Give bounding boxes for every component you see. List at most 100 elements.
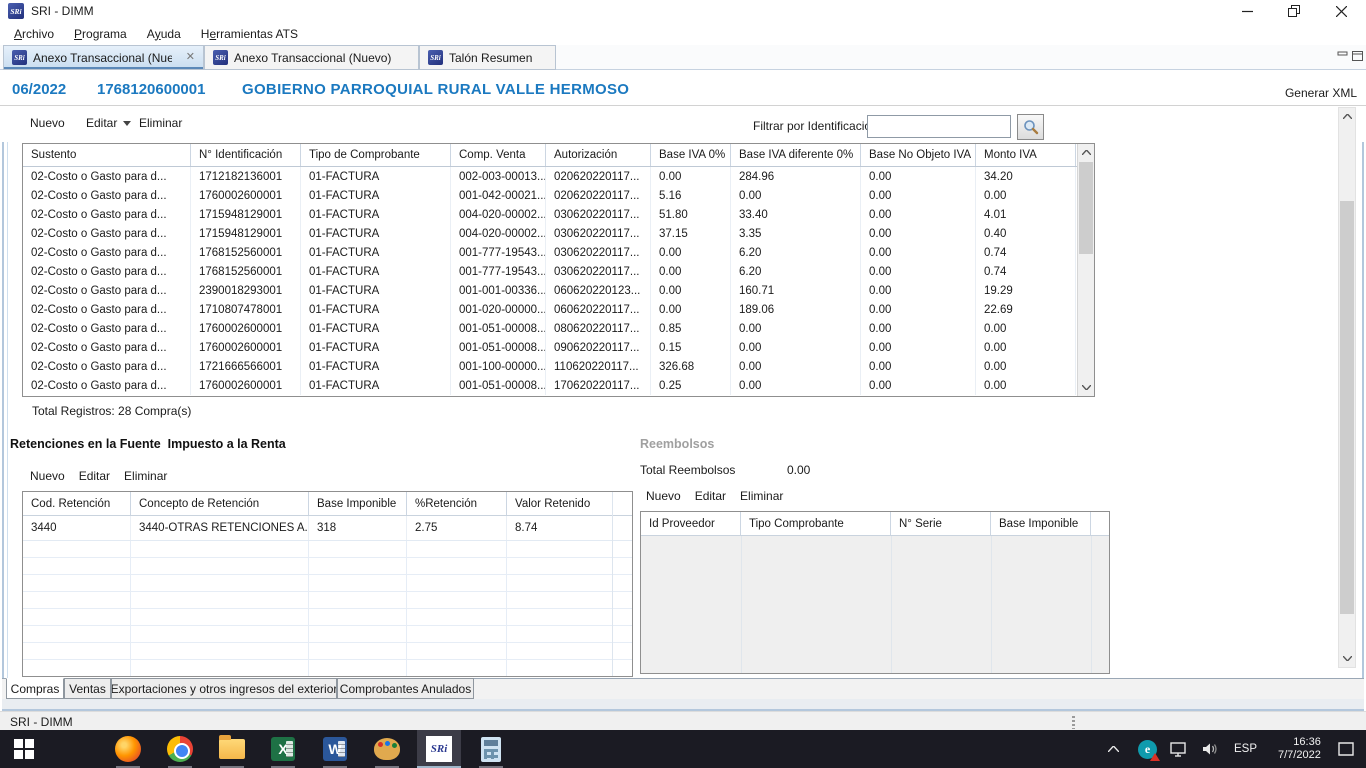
tab-close-icon[interactable]: ✕: [186, 52, 195, 63]
column-header[interactable]: %Retención: [407, 492, 507, 515]
action-center-button[interactable]: [1338, 730, 1364, 768]
maximize-view-icon[interactable]: [1352, 51, 1363, 61]
column-header[interactable]: Valor Retenido: [507, 492, 613, 515]
compras-table-scrollbar[interactable]: [1077, 144, 1094, 396]
column-header[interactable]: Base IVA 0%: [651, 144, 731, 166]
table-cell: 0.00: [861, 338, 976, 357]
search-button[interactable]: [1017, 114, 1044, 140]
table-cell: 0.00: [861, 205, 976, 224]
nuevo-button[interactable]: Nuevo: [30, 469, 65, 483]
table-row[interactable]: 34403440-OTRAS RETENCIONES A...3182.758.…: [23, 516, 632, 541]
column-header[interactable]: Base No Objeto IVA: [861, 144, 976, 166]
table-row[interactable]: 02-Costo o Gasto para d...17600026000010…: [23, 186, 1077, 205]
table-row[interactable]: 02-Costo o Gasto para d...17600026000010…: [23, 376, 1077, 395]
column-header[interactable]: Concepto de Retención: [131, 492, 309, 515]
language-indicator[interactable]: ESP: [1234, 730, 1268, 768]
tray-network-button[interactable]: [1170, 730, 1196, 768]
empty-cell: [507, 609, 613, 625]
editar-button[interactable]: Editar: [86, 116, 131, 130]
column-header[interactable]: N° Serie: [891, 512, 991, 535]
table-cell: 004-020-00002...: [451, 205, 546, 224]
minimize-button[interactable]: [1224, 0, 1270, 22]
page-scrollbar[interactable]: [1338, 107, 1356, 668]
taskbar-calculator[interactable]: [469, 730, 513, 768]
scroll-up-icon[interactable]: [1078, 144, 1094, 161]
start-button[interactable]: [2, 730, 46, 768]
table-row[interactable]: 02-Costo o Gasto para d...17600026000010…: [23, 319, 1077, 338]
column-header[interactable]: Tipo de Comprobante: [301, 144, 451, 166]
column-header[interactable]: Tipo Comprobante: [741, 512, 891, 535]
empty-cell: [309, 626, 407, 642]
table-row[interactable]: 02-Costo o Gasto para d...17600026000010…: [23, 338, 1077, 357]
table-row[interactable]: 02-Costo o Gasto para d...17159481290010…: [23, 205, 1077, 224]
tab-anexo-transaccional-2[interactable]: SRi Anexo Transaccional (Nuevo): [204, 45, 419, 70]
empty-cell: [407, 558, 507, 574]
taskbar-chrome[interactable]: [158, 730, 202, 768]
table-row[interactable]: 02-Costo o Gasto para d...17121821360010…: [23, 167, 1077, 186]
table-row[interactable]: 02-Costo o Gasto para d...17681525600010…: [23, 262, 1077, 281]
tray-expand-button[interactable]: [1108, 730, 1132, 768]
scroll-down-icon[interactable]: [1078, 379, 1094, 396]
table-cell: 34.20: [976, 167, 1076, 186]
empty-row: [23, 660, 632, 677]
clock[interactable]: 16:36 7/7/2022: [1278, 730, 1336, 768]
editar-button[interactable]: Editar: [79, 469, 110, 483]
tab-compras[interactable]: Compras: [6, 678, 64, 699]
column-header[interactable]: Base Imponible: [991, 512, 1091, 535]
minimize-view-icon[interactable]: [1337, 51, 1348, 61]
eliminar-button[interactable]: Eliminar: [139, 116, 182, 130]
table-cell: 189.06: [731, 300, 861, 319]
column-header[interactable]: Monto IVA: [976, 144, 1076, 166]
tab-anexo-transaccional-1[interactable]: SRi Anexo Transaccional (Nuevo) ✕: [3, 45, 204, 70]
eliminar-button[interactable]: Eliminar: [124, 469, 167, 483]
table-cell: 0.00: [861, 300, 976, 319]
taskbar-firefox[interactable]: [106, 730, 150, 768]
column-header[interactable]: Id Proveedor: [641, 512, 741, 535]
tab-comprobantes-anulados[interactable]: Comprobantes Anulados: [337, 678, 474, 699]
column-header[interactable]: Base Imponible: [309, 492, 407, 515]
close-button[interactable]: [1318, 0, 1364, 22]
scroll-down-icon[interactable]: [1339, 650, 1355, 667]
tab-talon-resumen[interactable]: SRi Talón Resumen: [419, 45, 556, 70]
menu-programa[interactable]: Programa: [64, 22, 137, 45]
scrollbar-thumb[interactable]: [1079, 162, 1093, 254]
table-cell: 0.40: [976, 224, 1076, 243]
reembolsos-table-body: [641, 536, 1109, 673]
menu-archivo[interactable]: Archivo: [4, 22, 64, 45]
eliminar-button[interactable]: Eliminar: [740, 489, 783, 503]
tray-security-button[interactable]: e: [1138, 730, 1164, 768]
column-header[interactable]: Comp. Venta: [451, 144, 546, 166]
table-row[interactable]: 02-Costo o Gasto para d...17159481290010…: [23, 224, 1077, 243]
table-row[interactable]: 02-Costo o Gasto para d...17216665660010…: [23, 357, 1077, 376]
table-cell: 0.00: [861, 167, 976, 186]
filter-input[interactable]: [867, 115, 1011, 138]
taskbar-sri-dimm[interactable]: SRi: [417, 730, 461, 768]
table-row[interactable]: 02-Costo o Gasto para d...17681525600010…: [23, 243, 1077, 262]
tray-volume-button[interactable]: [1202, 730, 1228, 768]
taskbar-paint[interactable]: [365, 730, 409, 768]
column-header[interactable]: Autorización: [546, 144, 651, 166]
column-header[interactable]: Base IVA diferente 0%: [731, 144, 861, 166]
table-cell: 01-FACTURA: [301, 319, 451, 338]
taskbar-word[interactable]: W: [313, 730, 357, 768]
taskbar-file-explorer[interactable]: [210, 730, 254, 768]
generar-xml-button[interactable]: Generar XML: [1285, 86, 1357, 100]
tab-exportaciones[interactable]: Exportaciones y otros ingresos del exter…: [111, 678, 337, 699]
taskbar-excel[interactable]: X: [261, 730, 305, 768]
table-row[interactable]: 02-Costo o Gasto para d...23900182930010…: [23, 281, 1077, 300]
table-cell: 0.00: [976, 376, 1076, 395]
editar-button[interactable]: Editar: [695, 489, 726, 503]
restore-button[interactable]: [1271, 0, 1317, 22]
scroll-up-icon[interactable]: [1339, 108, 1355, 125]
column-header[interactable]: N° Identificación: [191, 144, 301, 166]
column-header[interactable]: Cod. Retención: [23, 492, 131, 515]
column-header[interactable]: Sustento: [23, 144, 191, 166]
table-row[interactable]: 02-Costo o Gasto para d...17108074780010…: [23, 300, 1077, 319]
nuevo-button[interactable]: Nuevo: [30, 116, 65, 130]
tab-ventas[interactable]: Ventas: [64, 678, 111, 699]
table-cell: 1712182136001: [191, 167, 301, 186]
scrollbar-thumb[interactable]: [1340, 201, 1354, 614]
menu-ayuda[interactable]: Ayuda: [137, 22, 191, 45]
menu-herramientas-ats[interactable]: Herramientas ATS: [191, 22, 308, 45]
nuevo-button[interactable]: Nuevo: [646, 489, 681, 503]
